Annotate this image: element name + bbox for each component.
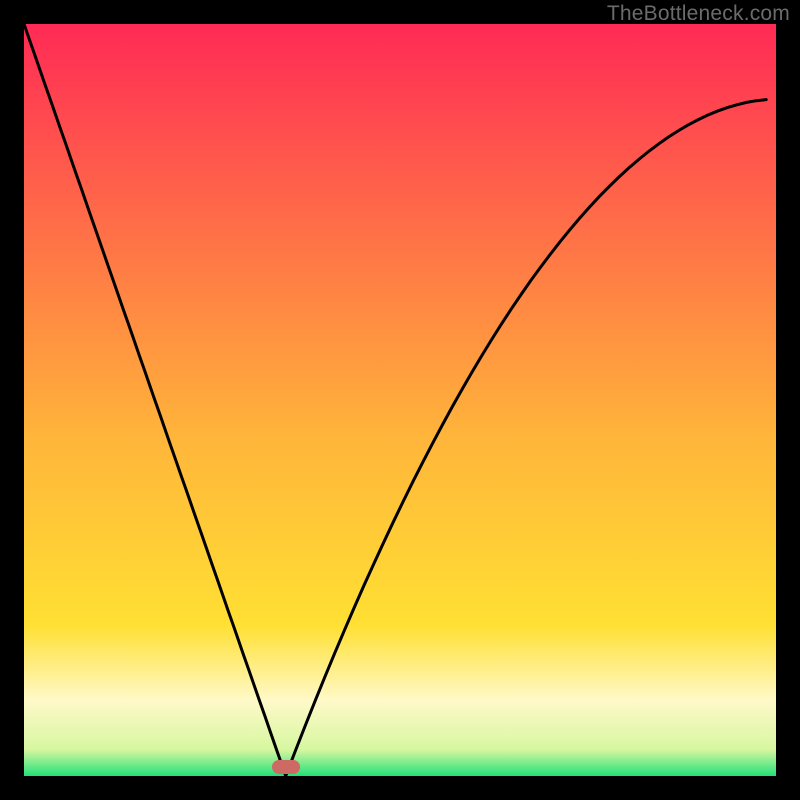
chart-frame: TheBottleneck.com (0, 0, 800, 800)
bottleneck-curve (24, 24, 776, 776)
plot-area (24, 24, 776, 776)
watermark-text: TheBottleneck.com (607, 2, 790, 26)
optimum-marker (272, 760, 300, 774)
